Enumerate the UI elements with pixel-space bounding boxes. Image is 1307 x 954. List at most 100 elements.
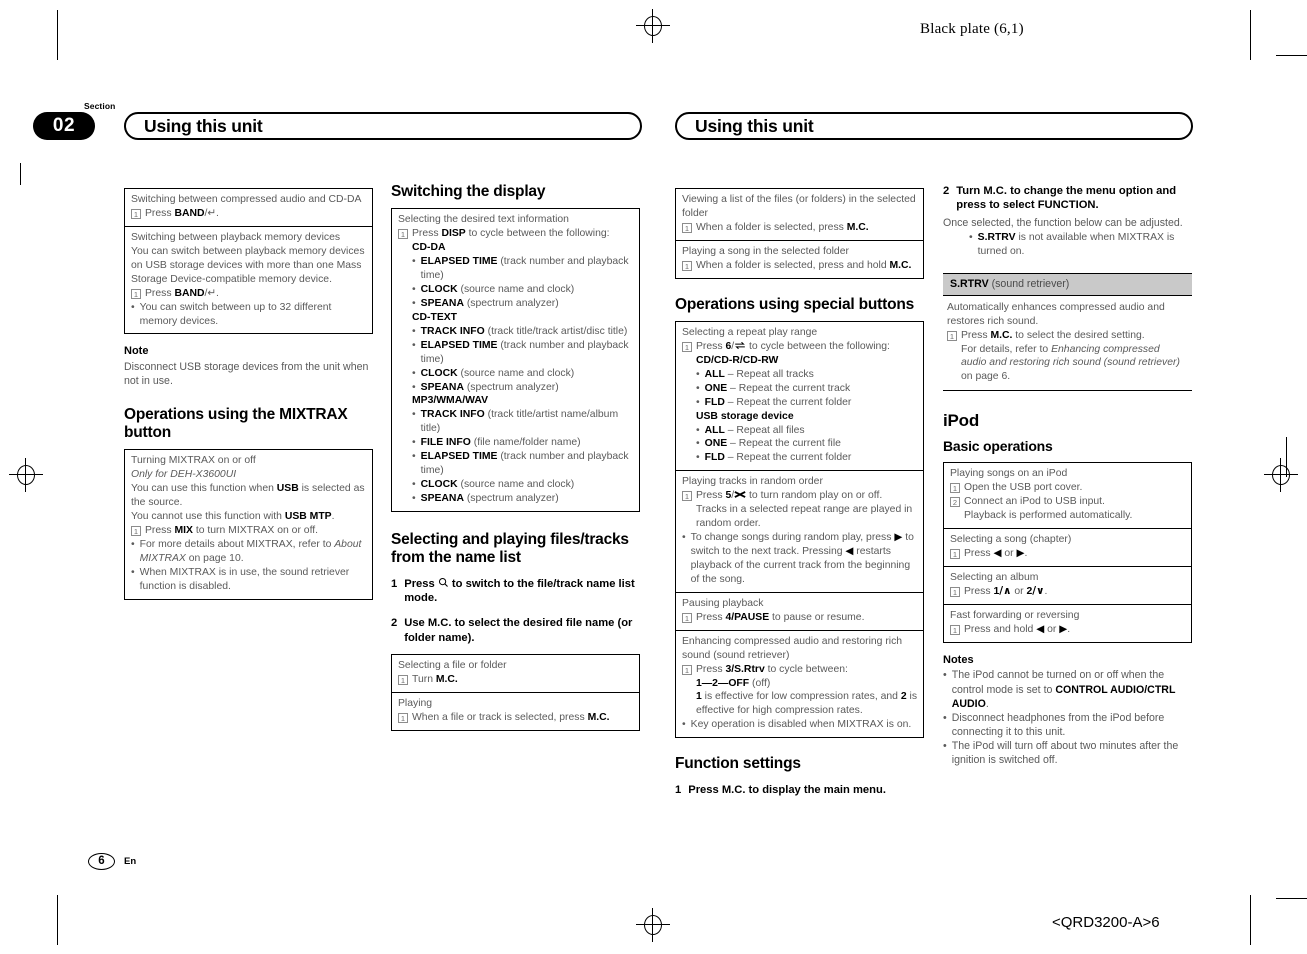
step-number: 1 xyxy=(950,624,960,635)
step-item: 1 Press DISP to cycle between the follow… xyxy=(398,227,634,241)
bullet-item: • When MIXTRAX is in use, the sound retr… xyxy=(131,566,367,594)
bullet-dot: • xyxy=(131,566,135,578)
step-item: 1 Press 6/ to cycle between the followin… xyxy=(682,340,918,354)
repeat-icon xyxy=(735,341,745,349)
heading-ipod: iPod xyxy=(943,411,980,431)
step-item: 1 Press 1/∧ or 2/∨. xyxy=(950,585,1186,599)
left-page-header-title: Using this unit xyxy=(144,115,263,136)
step-item: 1 Press BAND/↵. xyxy=(131,207,367,221)
registration-mark-left xyxy=(9,458,43,492)
bullet-item: • SPEANA (spectrum analyzer) xyxy=(412,493,559,505)
bullet-dot: • xyxy=(131,538,135,550)
search-icon xyxy=(438,577,448,587)
step-item: 1 Press MIX to turn MIXTRAX on or off. xyxy=(131,524,367,538)
bullet-item: • CLOCK (source name and clock) xyxy=(412,367,575,379)
running-head-black-plate: Black plate (6,1) xyxy=(920,21,1024,37)
row-title: Turning MIXTRAX on or off xyxy=(131,455,256,467)
step-text: Press BAND/↵. xyxy=(145,287,219,299)
row-title: Fast forwarding or reversing xyxy=(950,609,1080,621)
table-row: Turning MIXTRAX on or off Only for DEH-X… xyxy=(125,450,372,598)
step-number: 1 xyxy=(950,586,960,597)
group-name: CD-DA xyxy=(412,242,446,254)
table-row: Selecting an album 1 Press 1/∧ or 2/∨. xyxy=(944,567,1191,605)
crop-line-left-top xyxy=(57,10,58,60)
step-continuation: Tracks in a selected repeat range are pl… xyxy=(696,504,913,530)
table-row: Playing tracks in random order 1 Press 5… xyxy=(676,471,923,593)
heading-mixtrax-operations: Operations using the MIXTRAX button xyxy=(124,405,348,441)
step-item: 1 Press and hold ◀ or ▶. xyxy=(950,623,1186,637)
row-title: Selecting the desired text information xyxy=(398,214,569,226)
row-title: Selecting a song (chapter) xyxy=(950,533,1072,545)
bullet-item: • SPEANA (spectrum analyzer) xyxy=(412,381,559,393)
bullet-item: • ALL – Repeat all files xyxy=(696,424,805,436)
row-title: Playing songs on an iPod xyxy=(950,468,1068,480)
bullet-item: • TRACK INFO (track title/artist name/alb… xyxy=(412,409,619,435)
step-continuation: Playback is performed automatically. xyxy=(964,510,1133,521)
col4-box-ipod-basic: Playing songs on an iPod 1 Open the USB … xyxy=(943,462,1192,643)
column-2: Switching the display Selecting the desi… xyxy=(391,183,640,731)
step-item: 1 Press ◀ or ▶. xyxy=(950,547,1186,561)
step-text: When a folder is selected, press and hol… xyxy=(696,259,912,271)
bullet-text: For more details about MIXTRAX, refer to… xyxy=(139,538,362,564)
step-number: 2 xyxy=(950,497,960,508)
bullet-dot: • xyxy=(943,669,947,682)
step-item: 1 Press 5/ to turn random play on or off… xyxy=(682,489,918,503)
manual-page: Black plate (6,1) <QRD3200-A>6 Section 0… xyxy=(0,0,1307,954)
up-arrow-icon: /∧ xyxy=(999,584,1012,597)
crop-line-leftmid-upper xyxy=(20,163,21,185)
step-item: 1 Press M.C. to select the desired setti… xyxy=(947,329,1185,343)
table-row: Playing songs on an iPod 1 Open the USB … xyxy=(944,463,1191,529)
row-title: Switching between compressed audio and C… xyxy=(131,194,362,205)
heading-function-settings: Function settings xyxy=(675,755,801,773)
heading-basic-operations: Basic operations xyxy=(943,438,1053,455)
function-detail-reference: For details, refer to Enhancing compress… xyxy=(961,343,1180,383)
step-item: 1 Press 3/S.Rtrv to cycle between: xyxy=(682,663,918,677)
table-row: Selecting a repeat play range 1 Press 6/… xyxy=(676,322,923,472)
row-subtitle: Only for DEH-X3600UI xyxy=(131,469,237,481)
table-row: Viewing a list of the files (or folders)… xyxy=(676,189,923,241)
section-label: Section xyxy=(84,101,116,111)
table-row: Playing 1 When a file or track is select… xyxy=(392,693,639,730)
right-page-header-title: Using this unit xyxy=(695,115,814,136)
step-text: Press 6/ to cycle between the following: xyxy=(696,340,890,352)
bullet-item: • The iPod will turn off about two minut… xyxy=(943,739,1192,767)
crop-line-right-bottom xyxy=(1250,895,1251,945)
row-title: Switching between playback memory device… xyxy=(131,231,341,243)
function-setting-header: S.RTRV (sound retriever) xyxy=(943,273,1192,296)
group-name: USB storage device xyxy=(696,410,794,422)
step-number: 1 xyxy=(950,548,960,559)
step-text: Press to switch to the file/track name l… xyxy=(404,577,635,604)
bullet-text: Disconnect headphones from the iPod befo… xyxy=(951,711,1165,739)
column-1: Switching between compressed audio and C… xyxy=(124,188,373,600)
bullet-item: • To change songs during random play, pr… xyxy=(682,531,914,585)
step-item: 2 Connect an iPod to USB input. xyxy=(950,495,1186,509)
step-number: 1 xyxy=(675,783,682,796)
step-text: Press ◀ or ▶. xyxy=(964,546,1028,559)
notes-list: • The iPod cannot be turned on or off wh… xyxy=(943,668,1192,767)
row-title: Viewing a list of the files (or folders)… xyxy=(682,194,916,219)
left-page-header: Using this unit xyxy=(124,112,642,140)
step-number: 1 xyxy=(947,330,957,341)
section-number-badge: 02 xyxy=(33,112,95,140)
table-row: Switching between playback memory device… xyxy=(125,227,372,334)
group-name: CD-TEXT xyxy=(412,311,458,323)
heading-name-list: Selecting and playing files/tracks from … xyxy=(391,530,629,567)
note-heading: Note xyxy=(124,345,149,358)
step-item: 1 Press BAND/↵. xyxy=(131,287,367,301)
step-text: Press DISP to cycle between the followin… xyxy=(412,228,610,240)
step-number: 1 xyxy=(398,712,408,723)
cycle-values: 1—2—OFF (off) xyxy=(696,677,771,689)
step-number: 1 xyxy=(398,674,408,685)
bullet-item: • FLD – Repeat the current folder xyxy=(696,452,852,464)
step-text: Press M.C. to select the desired setting… xyxy=(961,329,1145,341)
bullet-item: • ALL – Repeat all tracks xyxy=(696,368,814,380)
function-setting-body: Automatically enhances compressed audio … xyxy=(943,296,1192,391)
bullet-item: • FILE INFO (file name/folder name) xyxy=(412,437,581,449)
bullet-item: • ELAPSED TIME (track number and playback… xyxy=(412,339,629,365)
step-number: 2 xyxy=(943,185,950,197)
bullet-text: You can switch between up to 32 differen… xyxy=(139,301,332,327)
step-number: 1 xyxy=(682,222,692,233)
crop-line-left-bottom xyxy=(57,895,58,945)
notes-heading: Notes xyxy=(943,653,974,666)
row-line-1: You can use this function when USB is se… xyxy=(131,483,365,508)
